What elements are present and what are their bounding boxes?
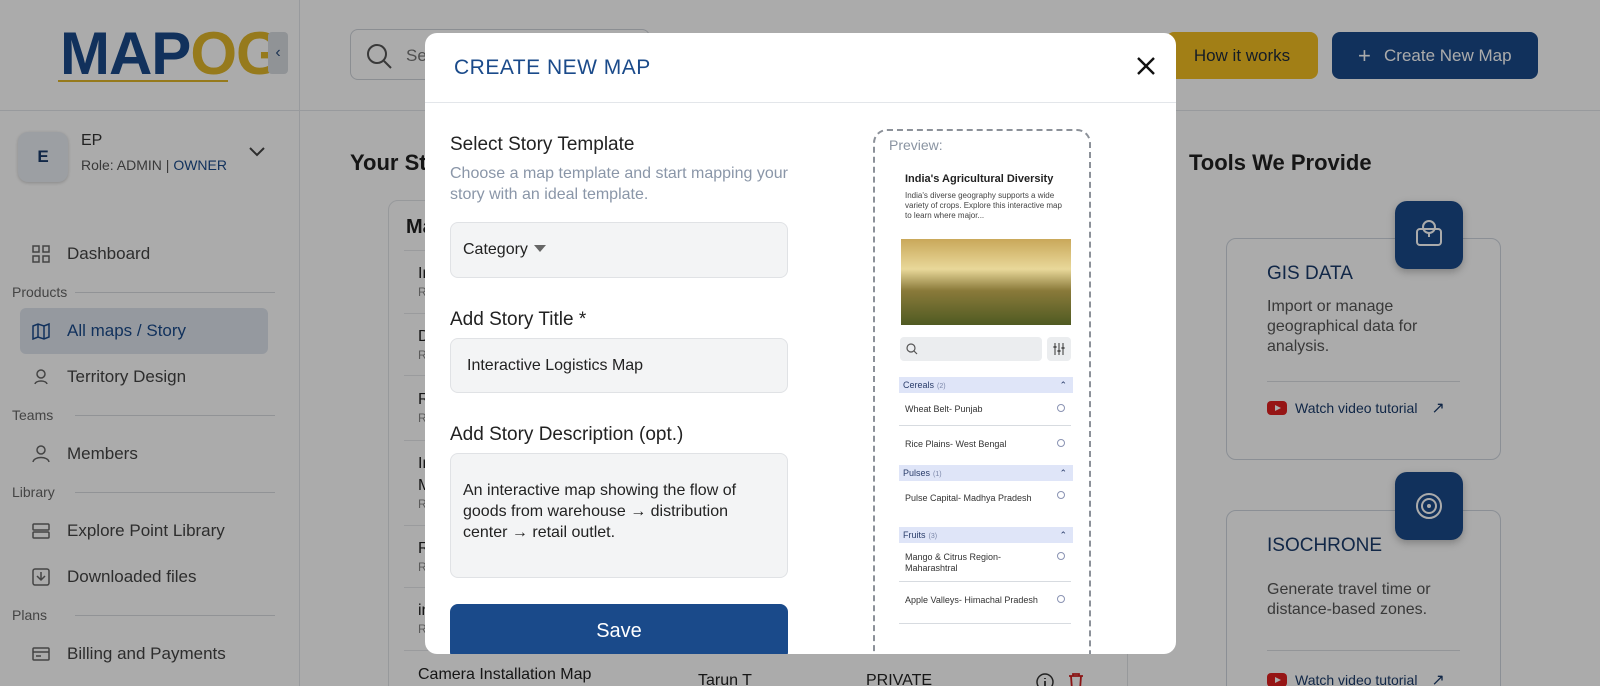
create-new-map-modal: CREATE NEW MAP Select Story Template Cho… xyxy=(425,33,1176,654)
story-description-field[interactable]: An interactive map showing the flow of g… xyxy=(450,453,788,578)
preview-search xyxy=(900,337,1042,361)
divider xyxy=(899,425,1071,426)
preview-item: Pulse Capital- Madhya Pradesh xyxy=(905,493,1032,503)
preview-item: Mango & Citrus Region- Maharashtral xyxy=(905,552,1002,573)
modal-title: CREATE NEW MAP xyxy=(454,56,651,79)
preview-category: Fruits (3) ⌃ xyxy=(899,527,1073,543)
divider xyxy=(899,581,1071,582)
preview-category: Pulses (1) ⌃ xyxy=(899,465,1073,481)
preview-title: India's Agricultural Diversity xyxy=(905,173,1054,185)
preview-category: Cereals (2) ⌃ xyxy=(899,377,1073,393)
story-title-label: Add Story Title * xyxy=(450,309,587,330)
divider xyxy=(899,623,1071,624)
story-description-value: An interactive map showing the flow of g… xyxy=(463,482,737,541)
template-label: Select Story Template xyxy=(450,134,635,155)
template-preview: Preview: India's Agricultural Diversity … xyxy=(873,129,1091,654)
preview-item: Rice Plains- West Bengal xyxy=(905,439,1007,449)
story-title-value: Interactive Logistics Map xyxy=(467,357,644,374)
save-button[interactable]: Save xyxy=(450,604,788,654)
caret-down-icon xyxy=(533,245,546,252)
search-icon xyxy=(906,343,918,355)
target-icon xyxy=(1057,595,1065,603)
category-value: Category xyxy=(463,241,546,259)
close-icon[interactable] xyxy=(1131,51,1161,81)
preview-text: India's diverse geography supports a wid… xyxy=(905,191,1062,220)
modal-header: CREATE NEW MAP xyxy=(425,33,1176,103)
preview-label: Preview: xyxy=(889,137,943,153)
preview-phone: India's Agricultural Diversity India's d… xyxy=(897,157,1075,654)
category-select[interactable]: Category xyxy=(450,222,788,278)
target-icon xyxy=(1057,491,1065,499)
template-help: Choose a map template and start mapping … xyxy=(450,165,788,203)
story-title-field[interactable]: Interactive Logistics Map xyxy=(450,338,788,393)
target-icon xyxy=(1057,404,1065,412)
target-icon xyxy=(1057,552,1065,560)
preview-item: Wheat Belt- Punjab xyxy=(905,404,983,414)
preview-image xyxy=(901,239,1071,325)
story-description-label: Add Story Description (opt.) xyxy=(450,424,684,445)
preview-item: Apple Valleys- Himachal Pradesh xyxy=(905,595,1038,605)
target-icon xyxy=(1057,439,1065,447)
filter-icon xyxy=(1047,337,1071,361)
